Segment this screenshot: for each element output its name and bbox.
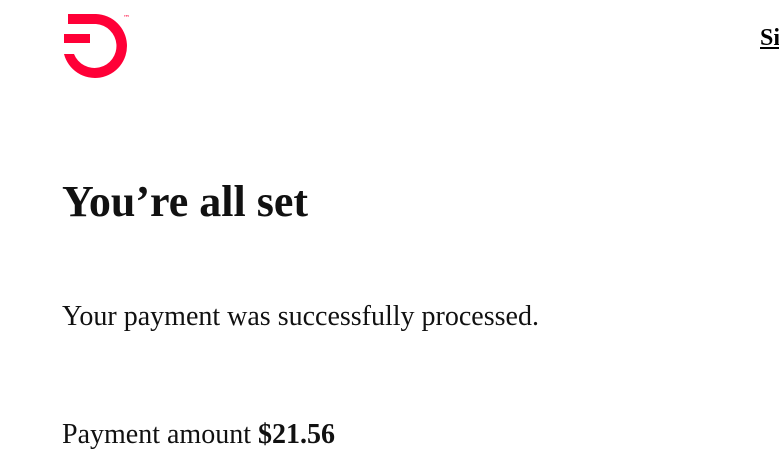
success-message: Your payment was successfully processed. — [62, 301, 539, 332]
payment-confirmation-page: ™ Si You’re all set Your payment was suc… — [0, 0, 779, 474]
brand-logo[interactable]: ™ — [60, 10, 134, 80]
sign-in-link[interactable]: Si — [760, 26, 779, 50]
payment-amount-value: $21.56 — [257, 419, 335, 450]
page-title: You’re all set — [62, 177, 309, 226]
payment-amount-row: Payment amount $21.56 — [62, 418, 335, 452]
payment-amount-label: Payment amount — [62, 419, 251, 450]
trademark-mark: ™ — [123, 14, 130, 22]
frontier-logo-icon: ™ — [64, 14, 130, 78]
